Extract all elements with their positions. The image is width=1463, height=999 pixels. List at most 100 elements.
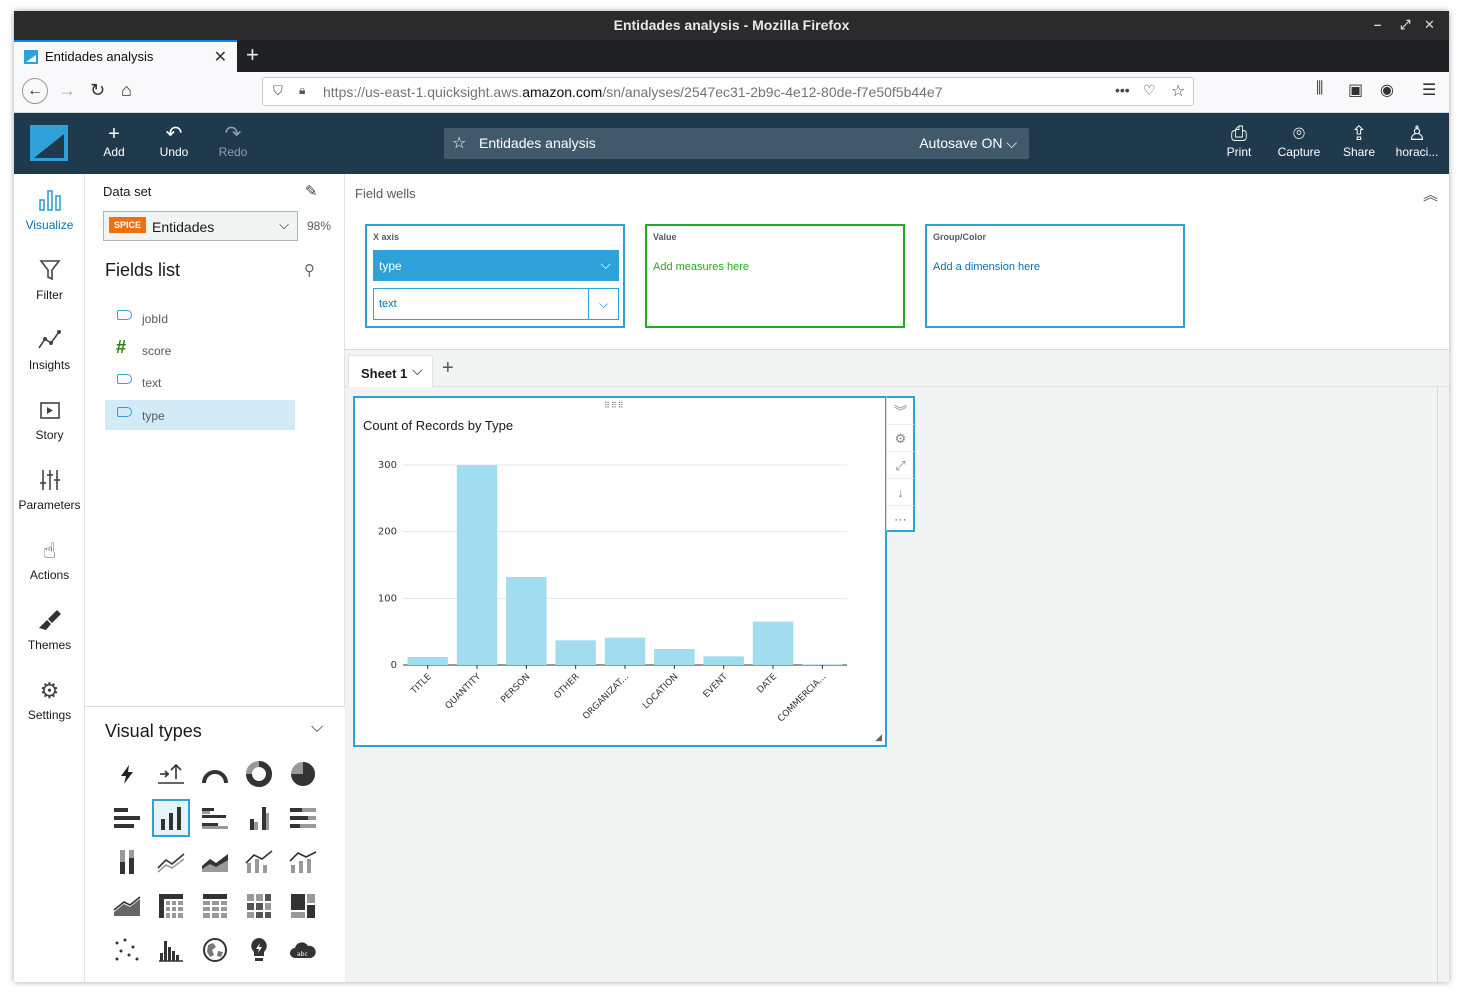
account-icon[interactable]: ◉ [1380,80,1394,100]
field-item[interactable]: text [105,367,295,397]
collapse-chevron-up-icon[interactable]: ︽ [1423,184,1438,205]
url-bar[interactable]: ⛉ 🔒︎ https://us-east-1.quicksight.aws.am… [262,77,1194,106]
sidebar-icon[interactable]: ▣ [1348,80,1363,100]
insight-bulb-icon[interactable] [240,931,278,969]
library-icon[interactable]: ⫼ [1316,80,1323,98]
field-wells-title: Field wells [355,186,416,201]
nav-parameters[interactable]: Parameters [14,468,85,512]
x-axis-well[interactable]: X axis type ⌵ text ⌵ [365,224,625,328]
field-item[interactable]: # score [105,335,295,365]
forward-icon[interactable]: → [58,80,76,101]
autograph-icon[interactable] [108,755,146,793]
minimize-icon[interactable]: – [1374,17,1381,33]
favorite-star-icon[interactable]: ☆ [452,133,466,153]
line-chart-icon[interactable] [152,843,190,881]
redo-button[interactable]: ↷ Redo [203,123,263,159]
undo-button[interactable]: ↶ Undo [144,123,204,159]
close-tab-icon[interactable]: ✕ [214,47,227,67]
pocket-icon[interactable]: ♡ [1143,82,1156,99]
pie-chart-icon[interactable] [284,755,322,793]
nav-visualize[interactable]: Visualize [14,188,85,232]
capture-button[interactable]: ⌾ Capture [1269,123,1329,159]
pivot-table-icon[interactable] [152,887,190,925]
maximize-icon[interactable]: ⤢ [1400,17,1410,33]
analysis-title-box[interactable]: ☆ Entidades analysis Autosave ON ⌵ [444,128,1029,159]
back-icon[interactable]: ← [22,78,48,104]
area-chart-icon[interactable] [196,843,234,881]
new-tab-icon[interactable]: + [246,42,259,68]
nav-themes[interactable]: Themes [14,608,85,652]
print-button[interactable]: ⎙ Print [1209,123,1269,159]
scatter-plot-icon[interactable] [108,931,146,969]
resize-handle-icon[interactable]: ◢ [875,732,882,743]
field-item[interactable]: jobId [105,303,295,333]
gear-icon[interactable]: ⚙ [887,425,914,452]
histogram-icon[interactable] [152,931,190,969]
add-sheet-icon[interactable]: + [442,357,454,380]
user-icon: ♙ [1408,123,1426,145]
x-axis-field-type[interactable]: type ⌵ [373,250,619,281]
line-area-icon[interactable] [108,887,146,925]
menu-icon[interactable]: ☰ [1422,80,1436,100]
chevron-down-icon[interactable]: ⌵ [600,256,611,273]
edit-pencil-icon[interactable]: ✎ [305,182,318,200]
field-item-selected[interactable]: type [105,400,295,430]
share-button[interactable]: ⇪ Share [1329,123,1389,159]
undo-icon: ↶ [165,123,183,145]
word-cloud-icon[interactable]: abc [284,931,322,969]
bookmark-star-icon[interactable]: ☆ [1171,81,1185,101]
nav-story[interactable]: Story [14,398,85,442]
browser-tab[interactable]: Entidades analysis ✕ [14,40,237,72]
donut-chart-icon[interactable] [240,755,278,793]
reload-icon[interactable]: ↻ [90,80,105,101]
search-icon[interactable]: ⚲ [304,261,315,279]
more-options-icon[interactable]: ⋯ [887,506,914,533]
spice-usage: 98% [307,219,332,233]
combo-line-column-icon[interactable] [284,843,322,881]
analysis-name[interactable]: Entidades analysis [479,135,596,151]
user-menu-button[interactable]: ♙ horaci... [1387,123,1447,159]
svg-text:abc: abc [297,951,308,958]
value-well[interactable]: Value Add measures here [645,224,905,328]
stacked-column-icon[interactable] [108,843,146,881]
lock-icon[interactable]: 🔒︎ [299,83,305,98]
clustered-bar-icon[interactable] [196,799,234,837]
expand-icon[interactable]: ⤢ [887,452,914,479]
nav-insights[interactable]: Insights [14,328,85,372]
vertical-bar-icon[interactable] [152,799,190,837]
home-icon[interactable]: ⌂ [121,80,132,101]
chevron-down-icon[interactable]: ⌵ [311,719,323,737]
url-text[interactable]: https://us-east-1.quicksight.aws.amazon.… [323,84,943,100]
autosave-dropdown[interactable]: Autosave ON ⌵ [919,135,1017,152]
gauge-icon[interactable] [196,755,234,793]
globe-map-icon[interactable] [196,931,234,969]
clustered-column-icon[interactable] [240,799,278,837]
chevron-down-icon[interactable]: ⌵ [588,289,618,319]
combo-chart-icon[interactable] [240,843,278,881]
horizontal-bar-icon[interactable] [108,799,146,837]
x-axis-field-text[interactable]: text ⌵ [373,288,619,320]
add-button[interactable]: + Add [84,123,144,159]
group-color-well[interactable]: Group/Color Add a dimension here [925,224,1185,328]
nav-actions[interactable]: ☝︎ Actions [14,538,85,582]
page-actions-icon[interactable]: ••• [1115,82,1130,98]
dataset-select[interactable]: SPICE Entidades ⌵ [103,211,298,241]
vertical-scrollbar[interactable] [1437,387,1449,982]
stacked-bar-icon[interactable] [284,799,322,837]
heat-map-icon[interactable] [240,887,278,925]
nav-settings[interactable]: ⚙ Settings [14,678,85,722]
value-placeholder: Add measures here [653,261,749,273]
tree-map-icon[interactable] [284,887,322,925]
table-icon[interactable] [196,887,234,925]
download-icon[interactable]: ↓ [887,479,914,506]
chevron-down-icon[interactable]: ⌵ [412,362,423,379]
shield-icon[interactable]: ⛉ [273,83,283,99]
kpi-icon[interactable] [152,755,190,793]
bar [456,465,498,665]
collapse-chevron-icon[interactable]: ︾ [887,398,914,425]
bar-chart-visual[interactable]: ⠿⠿⠿ Count of Records by Type 0 100 200 300 T… [353,396,887,747]
tab-sheet-1[interactable]: Sheet 1 ⌵ [348,355,433,388]
nav-filter[interactable]: Filter [14,258,85,302]
close-window-icon[interactable]: ✕ [1424,17,1435,33]
quicksight-logo[interactable] [30,125,68,161]
